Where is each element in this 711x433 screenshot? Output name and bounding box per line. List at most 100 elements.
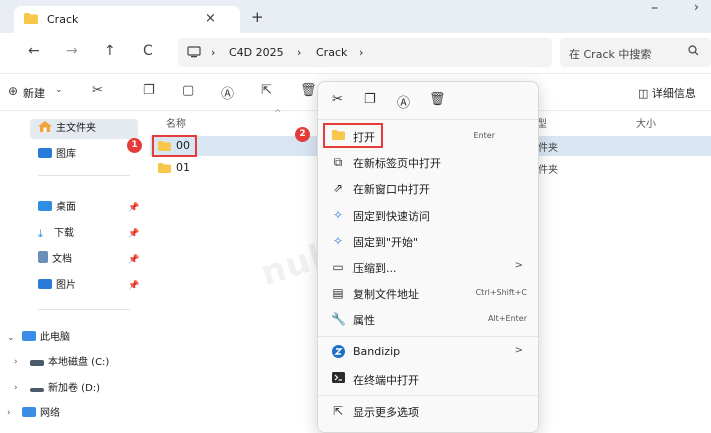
menu-item-label: 显示更多选项 xyxy=(353,406,419,419)
more-options-icon: ⇱ xyxy=(332,404,344,418)
pin-icon: ✧ xyxy=(332,208,344,222)
search-input[interactable]: 在 Crack 中搜索 xyxy=(560,38,711,67)
sort-caret-icon: ^ xyxy=(274,109,282,119)
sidebar-item-thispc[interactable]: 此电脑 xyxy=(22,328,70,348)
menu-item-label: 在新标签页中打开 xyxy=(353,157,441,170)
menu-item-bandizip[interactable]: Bandizip > xyxy=(323,339,535,365)
new-tab-button[interactable]: + xyxy=(251,8,264,26)
menu-item-label: Bandizip xyxy=(353,345,401,358)
folder-icon xyxy=(158,163,171,176)
menu-item-label: 属性 xyxy=(353,314,375,327)
copy-icon[interactable]: ❐ xyxy=(143,83,155,98)
document-icon xyxy=(38,251,48,263)
menu-item-compress[interactable]: ▭ 压缩到... > xyxy=(323,254,535,280)
menu-item-label: 在新窗口中打开 xyxy=(353,183,430,196)
column-header-name[interactable]: 名称 xyxy=(166,115,186,130)
tab-close-button[interactable]: × xyxy=(205,11,216,26)
home-icon xyxy=(38,120,52,132)
column-header-size[interactable]: 大小 xyxy=(636,115,656,130)
archive-icon: ▭ xyxy=(332,260,344,274)
minimize-button[interactable]: – xyxy=(651,0,658,16)
sidebar-item-label: 桌面 xyxy=(56,202,76,213)
sidebar-item-drive-d[interactable]: 新加卷 (D:) xyxy=(30,379,100,399)
sidebar-item-pictures[interactable]: 图片 xyxy=(38,276,76,296)
menu-separator xyxy=(318,119,538,120)
back-button[interactable]: ← xyxy=(28,43,40,59)
file-type: 件夹 xyxy=(538,143,558,154)
chevron-right-icon[interactable]: › xyxy=(7,408,11,418)
details-label: 详细信息 xyxy=(651,87,696,100)
share-icon[interactable]: ⇱ xyxy=(261,83,272,98)
new-window-icon: ⇗ xyxy=(332,181,344,195)
breadcrumb-crack[interactable]: Crack xyxy=(316,46,347,59)
sidebar-item-label: 新加卷 (D:) xyxy=(48,383,101,394)
bandizip-icon xyxy=(331,345,345,359)
new-button[interactable]: 新建 xyxy=(23,85,45,101)
file-type: 件夹 xyxy=(538,165,558,176)
menu-item-properties[interactable]: 🔧 属性 Alt+Enter xyxy=(323,306,535,332)
rename-icon[interactable]: Ⓐ xyxy=(221,83,234,102)
menu-item-shortcut: Ctrl+Shift+C xyxy=(475,288,527,297)
desktop-icon xyxy=(38,201,52,211)
chevron-right-icon[interactable]: › xyxy=(14,383,18,393)
paste-icon[interactable]: ▢ xyxy=(182,83,194,98)
terminal-icon xyxy=(331,372,345,386)
computer-icon xyxy=(187,46,201,61)
sidebar-item-documents[interactable]: 文档 xyxy=(38,250,72,270)
refresh-button[interactable]: C xyxy=(143,43,153,59)
pin-icon[interactable]: 📌 xyxy=(128,281,139,291)
sidebar-item-gallery[interactable]: 图库 xyxy=(38,145,76,165)
sidebar-item-label: 下载 xyxy=(54,228,74,239)
pin-icon[interactable]: 📌 xyxy=(128,255,139,265)
search-icon xyxy=(688,45,699,59)
pictures-icon xyxy=(38,279,52,289)
copy-path-icon: ▤ xyxy=(332,286,344,300)
rename-icon[interactable]: Ⓐ xyxy=(397,92,410,111)
chevron-right-icon[interactable]: › xyxy=(14,357,18,367)
details-pane-button[interactable]: ◫ 详细信息 xyxy=(638,85,696,101)
address-bar[interactable]: › C4D 2025 › Crack › xyxy=(178,38,552,67)
navigation-pane: 主文件夹 图库 桌面 📌 ⤓ 下载 📌 文档 📌 图片 📌 ⌄ 此电脑 › 本地磁… xyxy=(0,111,148,433)
gallery-icon xyxy=(38,148,52,158)
delete-icon[interactable]: 🗑 xyxy=(429,92,446,107)
navigation-bar: ← → ↑ C › C4D 2025 › Crack › 在 Crack 中搜索 xyxy=(0,33,711,73)
highlight-box xyxy=(323,123,383,148)
breadcrumb-separator: › xyxy=(297,46,302,59)
sidebar-item-home[interactable]: 主文件夹 xyxy=(30,119,138,139)
menu-item-open-new-window[interactable]: ⇗ 在新窗口中打开 xyxy=(323,175,535,201)
sidebar-item-desktop[interactable]: 桌面 xyxy=(38,198,76,218)
sidebar-item-downloads[interactable]: ⤓ 下载 xyxy=(38,224,74,244)
menu-item-copy-path[interactable]: ▤ 复制文件地址 Ctrl+Shift+C xyxy=(323,280,535,306)
up-button[interactable]: ↑ xyxy=(104,43,116,59)
menu-item-label: 压缩到... xyxy=(353,262,397,275)
sidebar-item-drive-c[interactable]: 本地磁盘 (C:) xyxy=(30,353,109,373)
menu-item-label: 复制文件地址 xyxy=(353,288,419,301)
chevron-down-icon[interactable]: ⌄ xyxy=(7,333,15,343)
context-menu: ✂ ❐ Ⓐ 🗑 打开 Enter 2 ⧉ 在新标签页中打开 ⇗ 在新窗口中打开 … xyxy=(295,81,539,433)
menu-item-shortcut: Enter xyxy=(473,131,495,140)
step-badge-1: 1 xyxy=(127,138,142,153)
network-icon xyxy=(22,407,36,417)
pin-icon[interactable]: 📌 xyxy=(128,203,139,213)
forward-button[interactable]: → xyxy=(66,43,78,59)
menu-item-open-new-tab[interactable]: ⧉ 在新标签页中打开 xyxy=(323,149,535,175)
sidebar-item-network[interactable]: 网络 xyxy=(22,404,60,424)
tab-crack[interactable]: Crack × xyxy=(14,6,240,33)
breadcrumb-c4d[interactable]: C4D 2025 xyxy=(229,46,284,59)
add-icon[interactable]: ⊕ xyxy=(8,84,18,98)
menu-item-open-terminal[interactable]: 在终端中打开 xyxy=(323,366,535,392)
cut-icon[interactable]: ✂ xyxy=(92,83,103,98)
copy-icon[interactable]: ❐ xyxy=(364,92,376,107)
file-name: 01 xyxy=(176,161,190,174)
new-tab-icon: ⧉ xyxy=(333,155,343,169)
menu-item-pin-quick-access[interactable]: ✧ 固定到快速访问 xyxy=(323,202,535,228)
menu-item-show-more[interactable]: ⇱ 显示更多选项 xyxy=(323,398,535,424)
pin-icon[interactable]: 📌 xyxy=(128,229,139,239)
drive-icon xyxy=(30,388,44,392)
delete-icon[interactable]: 🗑 xyxy=(300,83,317,98)
menu-item-pin-start[interactable]: ✧ 固定到"开始" xyxy=(323,228,535,254)
cut-icon[interactable]: ✂ xyxy=(332,92,343,107)
sidebar-item-label: 图库 xyxy=(56,149,76,160)
sidebar-item-label: 文档 xyxy=(52,254,72,265)
computer-icon xyxy=(22,331,36,341)
